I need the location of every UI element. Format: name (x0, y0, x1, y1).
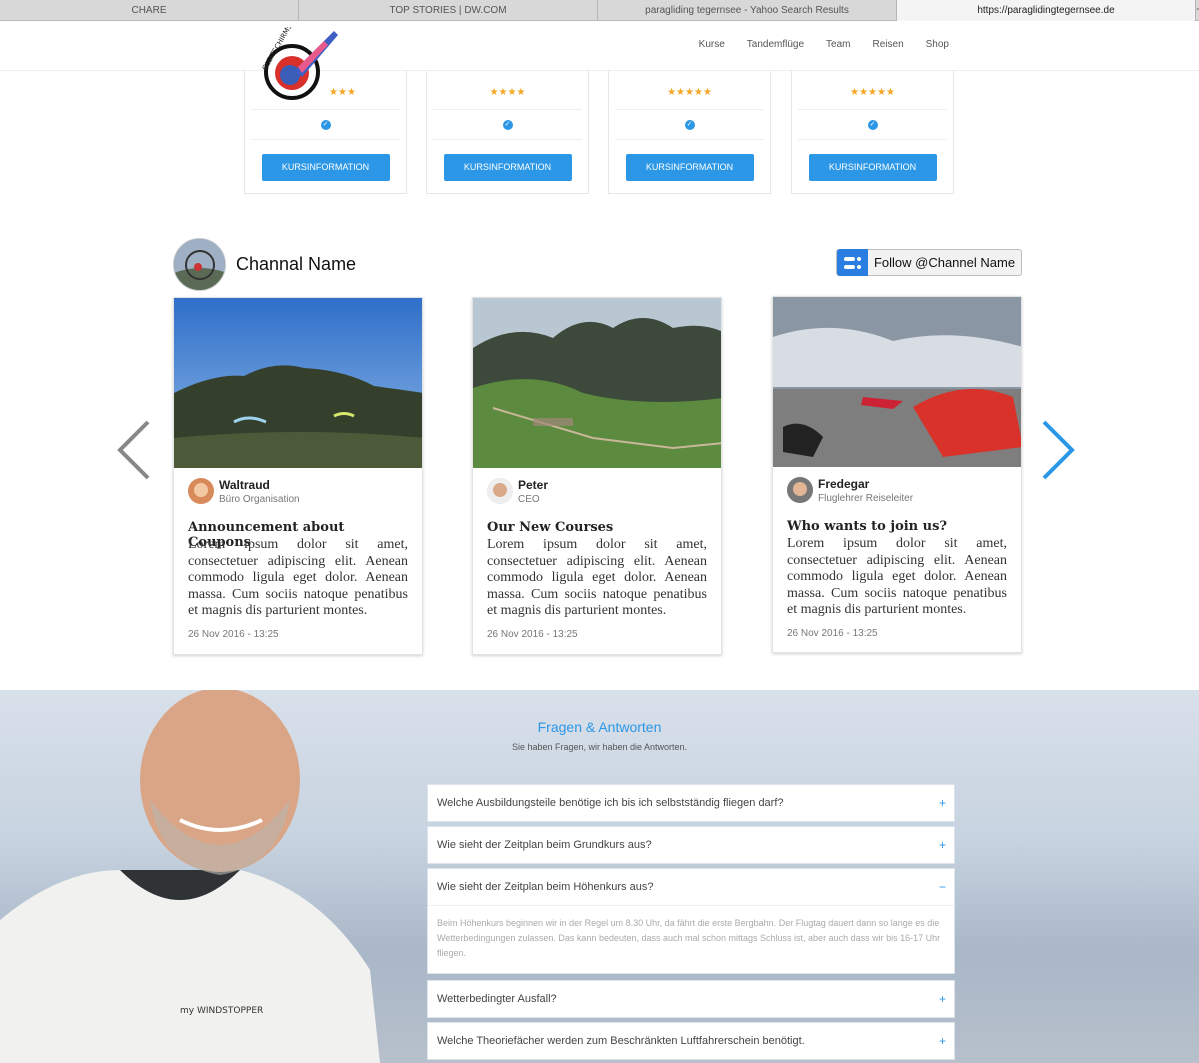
browser-tab[interactable]: paragliding tegernsee - Yahoo Search Res… (598, 0, 897, 21)
author-name: Waltraud (219, 478, 270, 492)
author-avatar (787, 477, 813, 503)
post-title: Who wants to join us? (787, 519, 948, 534)
post-card[interactable]: Fredegar Fluglehrer Reiseleiter Who want… (772, 296, 1022, 653)
divider (251, 139, 400, 140)
browser-tab-bar: CHARE TOP STORIES | DW.COM paragliding t… (0, 0, 1199, 21)
kursinformation-button[interactable]: KURSINFORMATION (261, 154, 390, 181)
rating-stars: ★★★★★ (667, 87, 712, 98)
check-icon: ✓ (502, 120, 513, 130)
post-date: 26 Nov 2016 - 13:25 (487, 629, 578, 640)
channel-logo-icon (837, 249, 868, 276)
author-avatar (188, 478, 214, 504)
carousel-prev-arrow-icon[interactable] (114, 418, 154, 482)
channel-avatar[interactable] (173, 238, 226, 291)
post-author: Peter CEO (487, 478, 548, 505)
post-photo (473, 298, 721, 468)
browser-tab-active[interactable]: https://paraglidingtegernsee.de (897, 0, 1196, 21)
browser-tab[interactable]: TOP STORIES | DW.COM (299, 0, 598, 21)
follow-label: Follow @Channel Name (873, 255, 1016, 270)
faq-item-expanded[interactable]: Wie sieht der Zeitplan beim Höhenkurs au… (427, 868, 955, 974)
course-card: ★★★★★ ✓ KURSINFORMATION (791, 71, 954, 194)
faq-item[interactable]: Wetterbedingter Ausfall? + (427, 980, 955, 1018)
rating-stars: ★★★★ (489, 87, 526, 98)
post-photo (174, 298, 422, 468)
faq-item[interactable]: Wie sieht der Zeitplan beim Grundkurs au… (427, 826, 955, 864)
divider (798, 139, 947, 140)
divider (433, 139, 582, 140)
browser-tab[interactable]: CHARE (0, 0, 299, 21)
carousel-next-arrow-icon[interactable] (1038, 418, 1078, 482)
author-role: Fluglehrer Reiseleiter (818, 493, 914, 504)
expand-icon[interactable]: + (939, 827, 946, 863)
post-author: Waltraud Büro Organisation (188, 478, 300, 505)
author-name: Peter (518, 478, 549, 492)
nav-item-shop[interactable]: Shop (926, 39, 949, 50)
check-icon: ✓ (684, 120, 695, 130)
nav-item-kurse[interactable]: Kurse (699, 39, 725, 50)
follow-button[interactable]: Follow @Channel Name (836, 249, 1022, 276)
nav-item-reisen[interactable]: Reisen (873, 39, 904, 50)
post-body: Lorem ipsum dolor sit amet, consectetuer… (188, 537, 408, 619)
divider (615, 139, 764, 140)
school-logo[interactable]: GLEITSCHIRMSCHULE (254, 27, 342, 119)
post-body: Lorem ipsum dolor sit amet, consectetuer… (787, 536, 1007, 618)
post-photo (773, 297, 1021, 467)
faq-question: Wetterbedingter Ausfall? (437, 993, 557, 1005)
post-title: Our New Courses (487, 520, 614, 535)
post-date: 26 Nov 2016 - 13:25 (188, 629, 279, 640)
author-role: CEO (518, 494, 540, 505)
site-header: GLEITSCHIRMSCHULE Kurse Tandemflüge Team… (0, 21, 1199, 100)
post-body: Lorem ipsum dolor sit amet, consectetuer… (487, 537, 707, 619)
divider (433, 109, 582, 110)
collapse-icon[interactable]: − (939, 869, 946, 905)
post-card[interactable]: Waltraud Büro Organisation Announcement … (173, 297, 423, 655)
author-avatar (487, 478, 513, 504)
faq-section: my WINDSTOPPER Fragen & Antworten Sie ha… (0, 690, 1199, 1063)
kursinformation-button[interactable]: KURSINFORMATION (625, 154, 754, 181)
svg-text:my WINDSTOPPER: my WINDSTOPPER (180, 1006, 263, 1016)
post-card[interactable]: Peter CEO Our New Courses Lorem ipsum do… (472, 297, 722, 655)
post-date: 26 Nov 2016 - 13:25 (787, 628, 878, 639)
nav-item-team[interactable]: Team (826, 39, 850, 50)
author-role: Büro Organisation (219, 494, 300, 505)
course-card: ★★★★★ ✓ KURSINFORMATION (608, 71, 771, 194)
faq-question: Welche Theoriefächer werden zum Beschrän… (437, 1035, 805, 1047)
check-icon: ✓ (867, 120, 878, 130)
faq-subtitle: Sie haben Fragen, wir haben die Antworte… (511, 742, 688, 752)
faq-answer: Beim Höhenkurs beginnen wir in der Regel… (428, 905, 954, 973)
faq-question: Welche Ausbildungsteile benötige ich bis… (437, 797, 784, 809)
check-icon: ✓ (320, 120, 331, 130)
main-nav: Kurse Tandemflüge Team Reisen Shop (699, 39, 949, 50)
nav-item-tandemfluege[interactable]: Tandemflüge (747, 39, 804, 50)
divider (798, 109, 947, 110)
faq-title: Fragen & Antworten (537, 719, 662, 735)
rating-stars: ★★★★★ (850, 87, 895, 98)
author-name: Fredegar (818, 477, 870, 491)
channel-name: Channal Name (236, 254, 357, 274)
faq-question: Wie sieht der Zeitplan beim Höhenkurs au… (437, 881, 654, 893)
post-author: Fredegar Fluglehrer Reiseleiter (787, 477, 913, 504)
kursinformation-button[interactable]: KURSINFORMATION (443, 154, 572, 181)
expand-icon[interactable]: + (939, 981, 946, 1017)
expand-icon[interactable]: + (939, 1023, 946, 1059)
kursinformation-button[interactable]: KURSINFORMATION (808, 154, 937, 181)
faq-question: Wie sieht der Zeitplan beim Grundkurs au… (437, 839, 652, 851)
expand-icon[interactable]: + (939, 785, 946, 821)
course-card: ★★★★ ✓ KURSINFORMATION (426, 71, 589, 194)
faq-item[interactable]: Welche Theoriefächer werden zum Beschrän… (427, 1022, 955, 1060)
divider (615, 109, 764, 110)
faq-item[interactable]: Welche Ausbildungsteile benötige ich bis… (427, 784, 955, 822)
